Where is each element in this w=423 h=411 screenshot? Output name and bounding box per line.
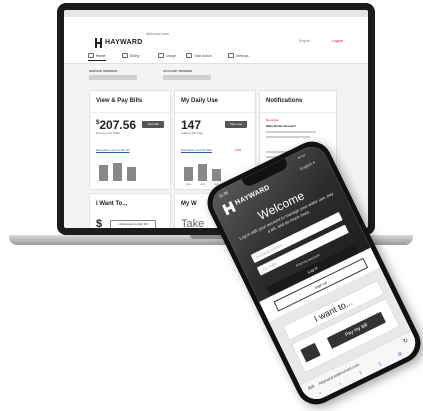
nav-home-label: Home [96,53,106,58]
service-address-value [89,75,137,80]
browser-top-bar [64,10,368,17]
notifications-title: Notifications [266,98,303,104]
usage-bar-label: June [185,183,192,186]
usage-bar-label: July [200,183,205,186]
tabs-icon[interactable]: ⧉ [397,351,403,358]
account-number-value [163,75,211,80]
bills-card: View & Pay Bills $207.56 Due Aug 24, 202… [89,90,171,190]
bill-bar [99,165,108,181]
chart-icon [158,53,164,58]
account-number-label: ACCOUNT NUMBER [163,69,192,73]
service-address-label: SERVICE ADDRESS [89,69,118,73]
back-icon[interactable]: ‹ [318,390,322,396]
share-icon[interactable]: ⇪ [358,370,364,377]
bill-icon [300,342,321,363]
nav-take-action[interactable]: Take Action [186,53,212,58]
nav-settings[interactable]: Settings [228,53,249,58]
bill-bar-chart [99,159,159,181]
notification-text-line [266,131,316,133]
usage-change: 10% [235,148,242,152]
bill-due-date: Due Aug 24, 2022 [96,131,121,135]
bill-estimate-link[interactable]: Estimated next month bill [96,148,130,152]
card-divider [260,112,336,113]
nav-billing[interactable]: Billing [122,53,139,58]
bill-bar [113,163,122,181]
nav-usage-label: Usage [166,53,177,58]
hayward-logo-bar [95,42,102,44]
bill-icon [122,53,128,58]
i-want-to-title: I Want To... [96,201,128,207]
welcome-text: Welcome back [146,32,169,36]
card-divider [90,112,170,113]
usage-unit: Gallons Per Day [181,131,203,135]
logout-link[interactable]: Logout [332,39,343,43]
nav-usage[interactable]: Usage [158,53,176,58]
nav-active-indicator [88,60,106,61]
reload-icon[interactable]: ↻ [402,337,409,346]
nav-take-action-label: Take Action [194,53,212,58]
nav-billing-label: Billing [130,53,140,58]
home-icon [88,53,94,58]
notification-heading: Want Better Results? [266,124,297,128]
phone-screen: 11:38 ▪▪ ▭ HAYWARD English ▾ Welcome Log… [207,141,421,405]
usage-bar [198,164,207,181]
nav-home[interactable]: Home [88,53,105,58]
bookmarks-icon[interactable]: ▯ [378,361,383,368]
understand-high-bill-button[interactable]: Understand a high bill [110,220,156,228]
nav-settings-label: Settings [236,53,249,58]
usage-value: 147 [181,118,202,132]
notification-badge: Reminder [266,118,280,122]
card-divider [175,112,255,113]
hayward-logo-text[interactable]: HAYWARD [105,39,143,46]
notification-text-line [266,136,310,138]
main-nav: Home Billing Usage Take Action Settings [64,52,368,62]
bills-card-title: View & Pay Bills [96,98,143,104]
i-want-to-card: I Want To... $ Understand a high bill [89,193,171,228]
bill-bar [127,167,136,181]
usage-bar [212,169,221,181]
language-link[interactable]: English [299,39,310,43]
bill-amount-value: 207.56 [99,118,137,132]
forward-icon[interactable]: › [338,381,342,387]
usage-estimate-link[interactable]: Estimated next bill date [181,148,212,152]
more-card-title: My W [181,201,197,207]
usage-card-title: My Daily Use [181,98,219,104]
text-size-button[interactable]: AA [307,384,316,392]
view-bill-button[interactable]: View Bill [142,121,164,128]
dollar-icon: $ [96,218,103,228]
usage-bar [184,167,193,181]
phone-frame: 11:38 ▪▪ ▭ HAYWARD English ▾ Welcome Log… [200,134,423,411]
bill-amount: $207.56 [96,118,136,132]
view-use-button[interactable]: View use [225,121,247,128]
gear-icon [228,53,234,58]
more-card-body: Take [181,218,205,228]
action-icon [186,53,192,58]
